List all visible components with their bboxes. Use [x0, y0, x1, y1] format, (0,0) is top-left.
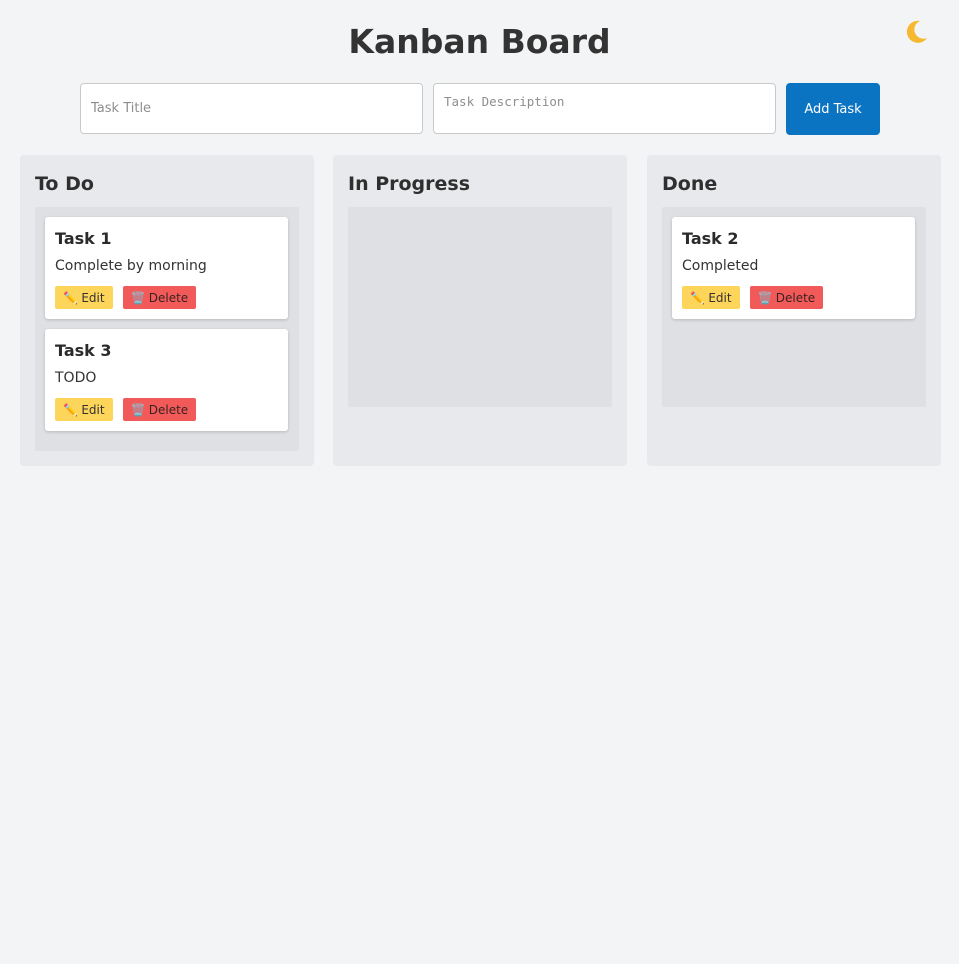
column-in-progress: In Progress — [333, 155, 627, 466]
delete-label: Delete — [775, 290, 816, 305]
delete-button[interactable]: 🗑️ Delete — [123, 286, 196, 309]
trash-icon: 🗑️ — [757, 290, 773, 305]
pencil-icon: ✏️ — [690, 290, 706, 305]
task-card[interactable]: Task 2 Completed ✏️ Edit 🗑️ Delete — [672, 217, 915, 319]
theme-toggle-button[interactable] — [900, 16, 932, 48]
delete-label: Delete — [148, 290, 189, 305]
edit-button[interactable]: ✏️ Edit — [55, 398, 113, 421]
task-dropzone[interactable]: Task 2 Completed ✏️ Edit 🗑️ Delete — [662, 207, 926, 407]
task-card[interactable]: Task 1 Complete by morning ✏️ Edit 🗑️ De… — [45, 217, 288, 319]
task-description: Complete by morning — [55, 258, 207, 274]
column-todo: To Do Task 1 Complete by morning ✏️ Edit… — [20, 155, 314, 466]
edit-label: Edit — [708, 290, 732, 305]
task-title: Task 1 — [55, 229, 112, 248]
trash-icon: 🗑️ — [130, 402, 146, 417]
add-task-button[interactable]: Add Task — [786, 83, 880, 135]
edit-button[interactable]: ✏️ Edit — [55, 286, 113, 309]
task-form: Add Task — [80, 83, 880, 135]
task-description: Completed — [682, 258, 759, 274]
task-card[interactable]: Task 3 TODO ✏️ Edit 🗑️ Delete — [45, 329, 288, 431]
pencil-icon: ✏️ — [63, 402, 79, 417]
delete-button[interactable]: 🗑️ Delete — [750, 286, 823, 309]
task-description: TODO — [55, 370, 97, 386]
task-description-input[interactable] — [433, 83, 776, 134]
task-dropzone[interactable]: Task 1 Complete by morning ✏️ Edit 🗑️ De… — [35, 207, 299, 451]
task-dropzone[interactable] — [348, 207, 612, 407]
column-title: To Do — [35, 173, 94, 195]
page-title: Kanban Board — [348, 22, 611, 61]
edit-label: Edit — [81, 290, 105, 305]
task-title: Task 3 — [55, 341, 112, 360]
edit-label: Edit — [81, 402, 105, 417]
delete-button[interactable]: 🗑️ Delete — [123, 398, 196, 421]
column-title: In Progress — [348, 173, 471, 195]
pencil-icon: ✏️ — [63, 290, 79, 305]
edit-button[interactable]: ✏️ Edit — [682, 286, 740, 309]
delete-label: Delete — [148, 402, 189, 417]
column-title: Done — [662, 173, 718, 195]
moon-icon — [906, 20, 927, 43]
column-done: Done Task 2 Completed ✏️ Edit 🗑️ Delete — [647, 155, 941, 466]
trash-icon: 🗑️ — [130, 290, 146, 305]
task-title: Task 2 — [682, 229, 739, 248]
task-title-input[interactable] — [80, 83, 423, 134]
